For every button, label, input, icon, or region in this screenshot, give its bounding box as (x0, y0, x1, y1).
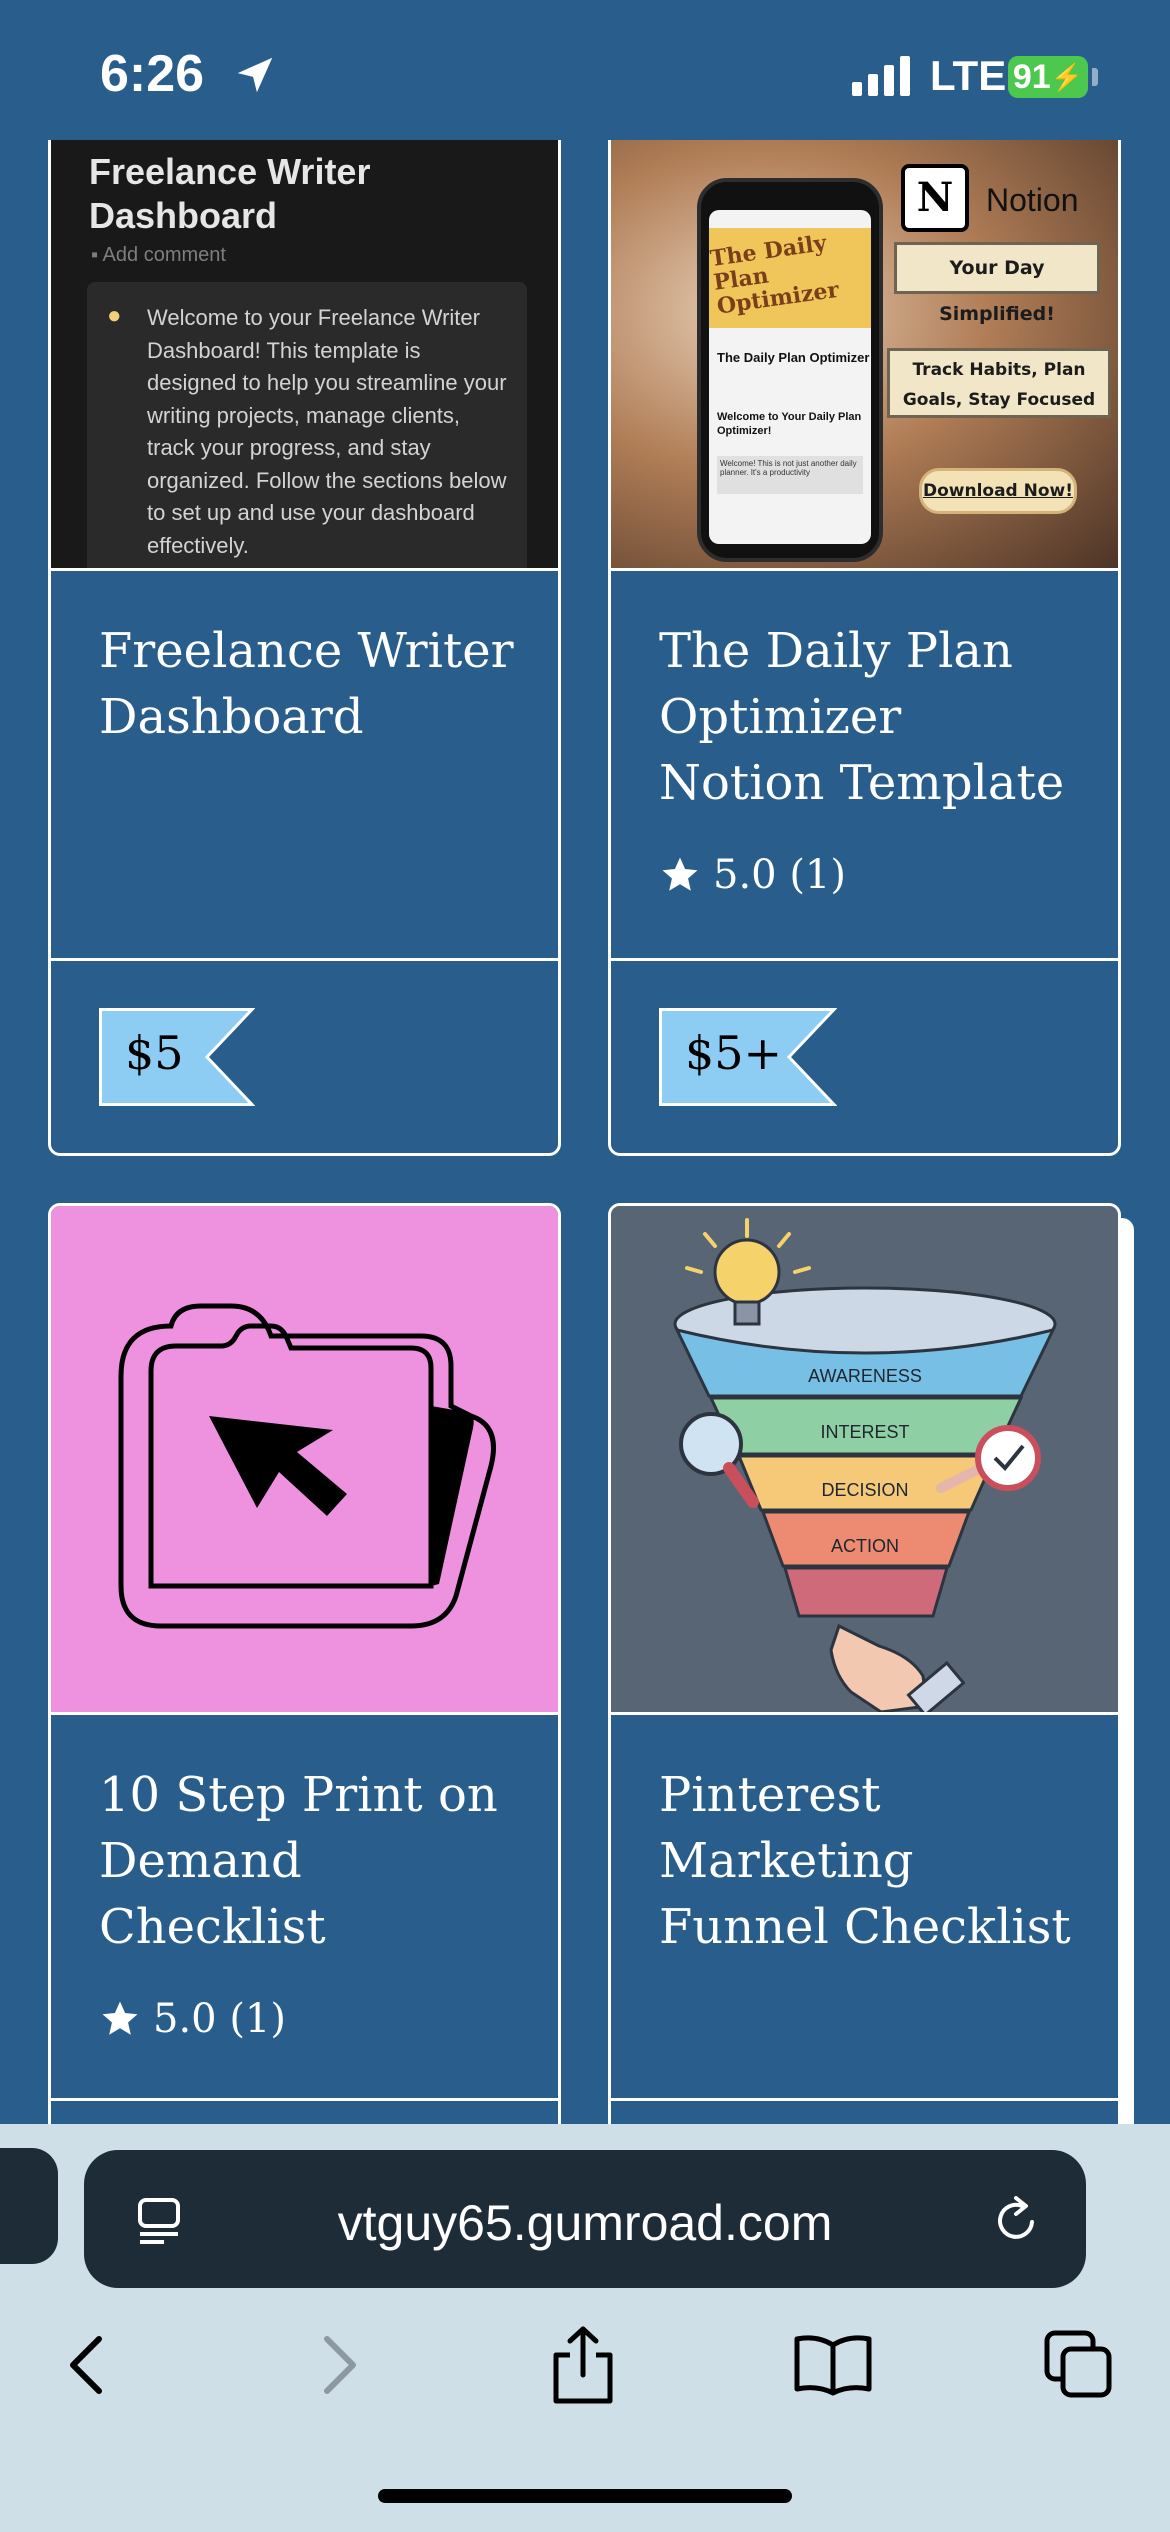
marketing-funnel-icon: AWARENESS INTEREST DECISION ACTION (673, 1218, 1057, 1712)
notion-label: Notion (986, 182, 1079, 218)
phone-note: Welcome! This is not just another daily … (717, 456, 863, 494)
divider (611, 1712, 1118, 1715)
status-time: 6:26 (100, 45, 205, 103)
status-bar: 6:26 LTE 91 ⚡ (0, 0, 1170, 140)
stage-action: ACTION (831, 1536, 899, 1556)
rating-value: 5.0 (1) (713, 852, 846, 898)
url-text[interactable]: vtguy65.gumroad.com (84, 2194, 1086, 2252)
browser-toolbar: vtguy65.gumroad.com (0, 2124, 1170, 2532)
comment-icon: ▪ (91, 244, 99, 266)
tabs-button[interactable] (1036, 2322, 1122, 2408)
tag-download-now: Download Now! (919, 468, 1077, 514)
price-tag: $5 (99, 1008, 256, 1106)
tabs-icon (1044, 2330, 1112, 2398)
network-type: LTE (930, 52, 1007, 99)
divider (51, 958, 558, 961)
product-card-freelance-writer-dashboard[interactable]: Freelance Writer Dashboard ▪ Add comment… (48, 140, 561, 1156)
location-arrow-icon (237, 57, 273, 93)
reload-icon[interactable] (988, 2192, 1044, 2248)
pointing-hand-icon (829, 1623, 966, 1712)
stage-awareness: AWARENESS (808, 1366, 922, 1386)
lightbulb-icon: ● (107, 302, 122, 329)
card-stack-edge (1120, 1218, 1134, 2178)
phone-welcome: Welcome to Your Daily Plan Optimizer! (717, 411, 862, 437)
product-rating: 5.0 (1) (659, 852, 846, 898)
share-icon (553, 2326, 613, 2404)
divider (611, 568, 1118, 571)
product-thumbnail (51, 1206, 558, 1712)
divider (51, 1712, 558, 1715)
divider (51, 568, 558, 571)
comment-label: Add comment (102, 244, 226, 266)
tag-day-simplified: Your Day Simplified! (894, 242, 1100, 325)
star-icon (662, 857, 698, 891)
thumbnail-comment: ▪ Add comment (91, 244, 226, 267)
product-card-print-on-demand-checklist[interactable]: 10 Step Print on Demand Checklist 5.0 (1… (48, 1203, 561, 2203)
battery-indicator: 91 ⚡ (1008, 56, 1088, 98)
stage-decision: DECISION (821, 1480, 908, 1500)
product-thumbnail: Freelance Writer Dashboard ▪ Add comment… (51, 140, 558, 568)
bookmarks-button[interactable] (790, 2322, 876, 2408)
forward-chevron-icon (324, 2336, 356, 2394)
battery-cap (1092, 68, 1098, 86)
share-button[interactable] (540, 2322, 626, 2408)
previous-tab-peek[interactable] (0, 2148, 58, 2264)
product-card-pinterest-funnel-checklist[interactable]: AWARENESS INTEREST DECISION ACTION Pinte… (608, 1203, 1121, 2203)
phone-mockup: The Daily Plan Optimizer The Daily Plan … (697, 178, 883, 562)
phone-banner: The Daily Plan Optimizer (709, 228, 871, 328)
product-title[interactable]: Pinterest Marketing Funnel Checklist (659, 1762, 1078, 1960)
divider (611, 958, 1118, 961)
thumbnail-heading: Freelance Writer Dashboard (89, 151, 371, 236)
price-tag: $5+ (659, 1008, 838, 1106)
product-title[interactable]: The Daily Plan Optimizer Notion Template (659, 618, 1078, 816)
notion-logo-icon: N (901, 164, 969, 232)
forward-button[interactable] (296, 2322, 382, 2408)
star-icon (102, 2001, 138, 2035)
phone-screen: The Daily Plan Optimizer The Daily Plan … (709, 210, 871, 544)
phone-title: The Daily Plan Optimizer (717, 350, 870, 365)
address-bar[interactable]: vtguy65.gumroad.com (84, 2150, 1086, 2288)
phone-banner-text: The Daily Plan Optimizer (709, 230, 841, 320)
divider (51, 2098, 558, 2101)
battery-level: 91 (1012, 57, 1051, 96)
tag-track-habits: Track Habits, Plan Goals, Stay Focused (887, 348, 1111, 418)
divider (611, 2098, 1118, 2101)
price-label: $5 (125, 1026, 184, 1080)
product-rating: 5.0 (1) (99, 1996, 286, 2042)
back-chevron-icon (70, 2336, 102, 2394)
thumbnail-body: Welcome to your Freelance Writer Dashboa… (147, 305, 507, 558)
open-book-icon (794, 2335, 872, 2396)
stage-interest: INTEREST (820, 1422, 909, 1442)
product-title[interactable]: 10 Step Print on Demand Checklist (99, 1762, 518, 1960)
charging-bolt-icon: ⚡ (1050, 61, 1084, 92)
cellular-signal-icon (852, 56, 910, 96)
price-label: $5+ (685, 1026, 783, 1080)
home-indicator[interactable] (378, 2489, 792, 2503)
folder-cursor-icon (118, 1303, 496, 1629)
back-button[interactable] (44, 2322, 130, 2408)
product-thumbnail: The Daily Plan Optimizer The Daily Plan … (611, 140, 1118, 568)
product-card-daily-plan-optimizer[interactable]: The Daily Plan Optimizer The Daily Plan … (608, 140, 1121, 1156)
rating-value: 5.0 (1) (153, 1996, 286, 2042)
thumbnail-callout: ● Welcome to your Freelance Writer Dashb… (87, 282, 527, 568)
product-title[interactable]: Freelance Writer Dashboard (99, 618, 518, 750)
product-thumbnail: AWARENESS INTEREST DECISION ACTION (611, 1206, 1118, 1712)
